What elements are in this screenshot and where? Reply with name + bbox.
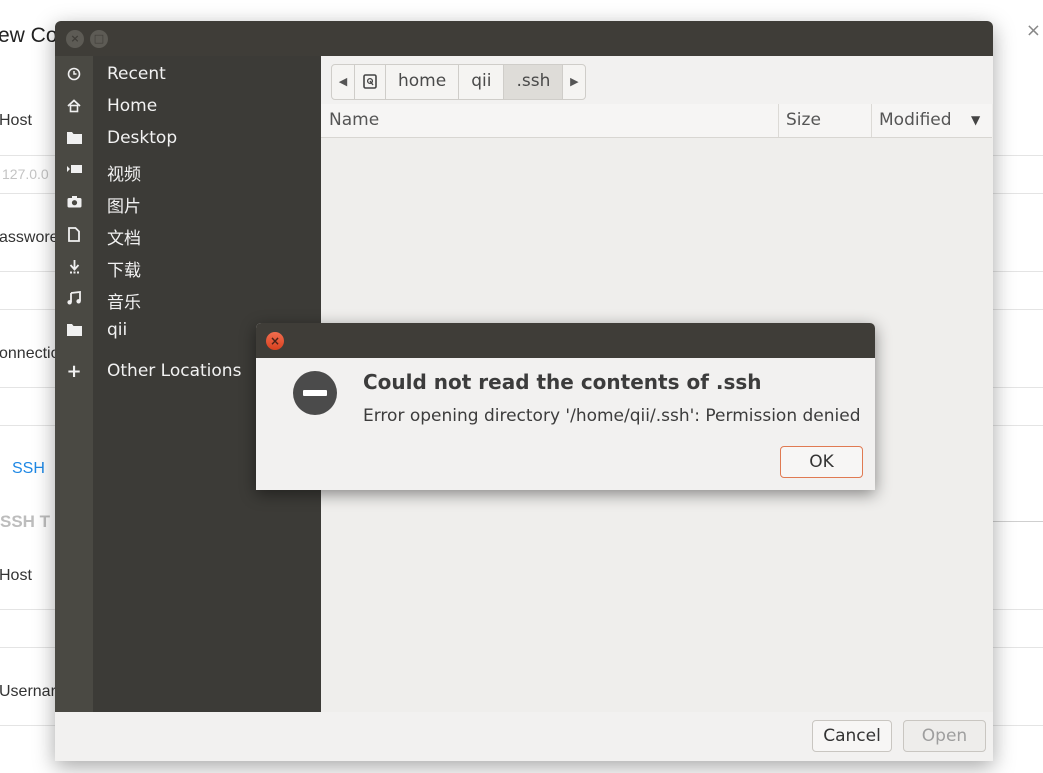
- column-header-size[interactable]: Size: [779, 104, 872, 138]
- dialog-footer: Cancel Open: [55, 712, 993, 761]
- host-input[interactable]: 127.0.0: [2, 166, 49, 182]
- document-icon: [66, 227, 82, 243]
- background-close-icon[interactable]: ×: [1026, 20, 1041, 41]
- path-segment-qii[interactable]: qii: [459, 65, 505, 99]
- sidebar-item-videos[interactable]: 视频: [55, 155, 321, 187]
- sidebar-item-desktop[interactable]: Desktop: [55, 123, 321, 155]
- folder-icon: [66, 131, 82, 147]
- video-icon: [66, 163, 82, 179]
- close-icon[interactable]: ×: [66, 30, 84, 48]
- connection-label: onnectio: [0, 345, 60, 362]
- sort-descending-icon[interactable]: ▼: [971, 113, 980, 127]
- path-back-icon[interactable]: ◀: [332, 65, 355, 99]
- column-header-name[interactable]: Name: [321, 104, 786, 138]
- plus-icon: +: [66, 361, 82, 382]
- error-heading: Could not read the contents of .ssh: [363, 370, 762, 394]
- password-label: asswore: [0, 229, 59, 246]
- column-header-label: Modified: [879, 110, 952, 130]
- sidebar-item-documents[interactable]: 文档: [55, 219, 321, 251]
- sidebar-item-downloads[interactable]: 下载: [55, 251, 321, 283]
- file-chooser-titlebar: × □: [55, 21, 993, 56]
- sidebar-item-label: Home: [107, 96, 158, 116]
- ok-button[interactable]: OK: [780, 446, 863, 478]
- drive-icon[interactable]: [355, 65, 386, 99]
- ssh-host-label: Host: [0, 567, 32, 584]
- error-icon-bar: [303, 390, 327, 396]
- sidebar-item-label: 音乐: [107, 293, 141, 313]
- cancel-button[interactable]: Cancel: [812, 720, 892, 752]
- sidebar-item-home[interactable]: Home: [55, 91, 321, 123]
- path-bar: ◀ home qii .ssh ▶: [331, 64, 587, 100]
- sidebar-item-label: 文档: [107, 229, 141, 249]
- close-icon[interactable]: ×: [266, 332, 284, 350]
- clock-icon: [66, 67, 82, 83]
- ssh-tab[interactable]: SSH: [12, 460, 45, 478]
- sidebar-item-label: Desktop: [107, 128, 178, 148]
- ssh-tunnel-section-title: SSH T: [0, 512, 51, 531]
- download-icon: [66, 259, 82, 275]
- sidebar-item-label: Other Locations: [107, 361, 242, 381]
- sidebar-item-label: 图片: [107, 197, 141, 217]
- error-icon: [293, 371, 337, 415]
- sidebar-item-pictures[interactable]: 图片: [55, 187, 321, 219]
- sidebar-item-label: Recent: [107, 64, 166, 84]
- sidebar-item-recent[interactable]: Recent: [55, 59, 321, 91]
- sidebar-item-label: 下载: [107, 261, 141, 281]
- sidebar-item-label: 视频: [107, 165, 141, 185]
- home-icon: [66, 99, 82, 115]
- music-icon: [66, 290, 82, 307]
- folder-icon: [66, 323, 82, 339]
- camera-icon: [66, 195, 82, 211]
- divider: [990, 521, 1043, 522]
- error-message: Error opening directory '/home/qii/.ssh'…: [363, 406, 861, 426]
- username-label: Usernar: [0, 683, 56, 700]
- error-dialog-titlebar: ×: [256, 323, 875, 358]
- path-forward-icon[interactable]: ▶: [563, 65, 585, 99]
- error-dialog: × Could not read the contents of .ssh Er…: [256, 323, 875, 490]
- open-button[interactable]: Open: [903, 720, 986, 752]
- sidebar-item-music[interactable]: 音乐: [55, 283, 321, 315]
- host-label: Host: [0, 112, 32, 129]
- path-segment-home[interactable]: home: [386, 65, 460, 99]
- path-segment-ssh[interactable]: .ssh: [504, 65, 564, 99]
- background-window-title: ew Co: [0, 24, 58, 47]
- sidebar-item-label: qii: [107, 320, 128, 340]
- maximize-icon[interactable]: □: [90, 30, 108, 48]
